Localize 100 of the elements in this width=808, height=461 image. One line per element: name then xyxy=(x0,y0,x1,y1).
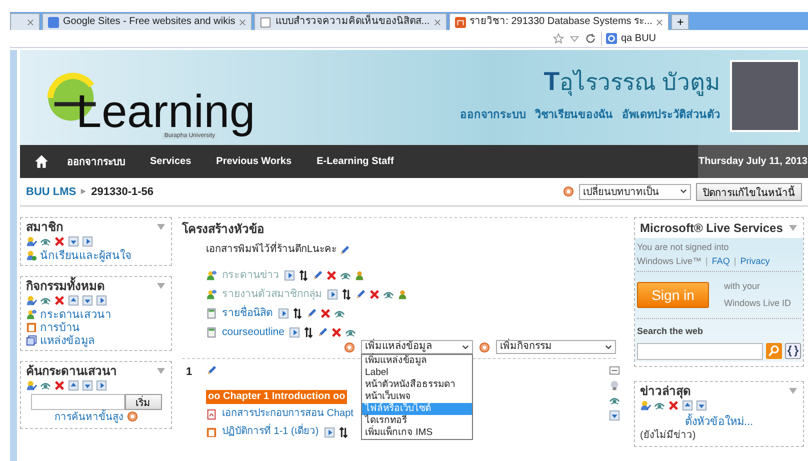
delete-icon[interactable] xyxy=(54,236,65,247)
advanced-search-link[interactable]: การค้นหาขั้นสูง xyxy=(54,411,124,425)
help-icon[interactable] xyxy=(126,411,138,422)
separator-text: | xyxy=(734,255,736,268)
delete-icon[interactable] xyxy=(54,380,65,391)
user-name: Tอุไรวรรณ บัวตูม xyxy=(544,65,720,98)
delete-icon[interactable] xyxy=(320,308,331,318)
block-link[interactable]: กระดานเสวนา xyxy=(40,308,111,322)
delete-icon[interactable] xyxy=(369,288,380,300)
header-link[interactable]: ออกจากระบบ xyxy=(460,105,526,123)
collapse-icon[interactable] xyxy=(608,365,620,376)
block-link[interactable]: แหล่งข้อมูล xyxy=(40,334,95,348)
activity-link[interactable]: เอกสารประกอบการสอน Chapt xyxy=(222,407,354,421)
add-activity-select[interactable]: เพิ่มกิจกรรม xyxy=(496,340,616,354)
search-field[interactable] xyxy=(30,394,124,410)
roles-icon[interactable] xyxy=(26,295,37,306)
tab-title: แบบสำรวจความคิดเห็นของนิสิตส... xyxy=(275,16,430,28)
assignment-icon[interactable] xyxy=(206,426,217,438)
pencil-icon[interactable] xyxy=(206,365,217,376)
help-icon[interactable] xyxy=(479,342,490,352)
activity-link[interactable]: รายชื่อนิสิต xyxy=(222,306,273,320)
lightbulb-icon[interactable] xyxy=(608,380,620,391)
hint-text: with your xyxy=(724,280,762,293)
star-icon[interactable] xyxy=(553,33,564,44)
pencil-icon[interactable] xyxy=(317,326,328,338)
close-icon[interactable] xyxy=(656,18,664,26)
block-link[interactable]: การบ้าน xyxy=(40,320,80,334)
close-icon[interactable] xyxy=(239,18,246,26)
nav-link[interactable]: E-Learning Staff xyxy=(316,156,394,167)
block-link[interactable]: นักเรียนและผู้สนใจ xyxy=(40,248,131,262)
eye-icon[interactable] xyxy=(608,395,620,406)
move-icon[interactable] xyxy=(338,426,349,438)
dropdown-option[interactable]: หน้าตัวหนังสือธรรมดา xyxy=(362,379,472,391)
nav-link[interactable]: Services xyxy=(150,156,192,167)
live-link[interactable]: FAQ xyxy=(712,254,730,268)
forum-icon[interactable] xyxy=(26,309,37,320)
roles-icon[interactable] xyxy=(26,380,37,391)
activity-link[interactable]: courseoutline xyxy=(222,325,284,339)
new-tab-button[interactable]: + xyxy=(671,14,690,30)
search-field[interactable]: qa BUU xyxy=(601,32,786,46)
eye-icon[interactable] xyxy=(40,380,51,391)
braces-icon[interactable] xyxy=(785,342,801,360)
reload-icon[interactable] xyxy=(585,33,596,44)
pages-icon[interactable] xyxy=(26,335,37,346)
dropdown-option[interactable]: เพิ่มแพ็กเกจ IMS xyxy=(362,427,472,439)
dropdown-icon[interactable] xyxy=(569,33,580,44)
help-icon[interactable] xyxy=(563,186,574,197)
section-number: 1 xyxy=(186,366,192,378)
edit-mode-button[interactable]: ปิดการแก้ไขในหน้านี้ xyxy=(696,182,802,200)
nav-link[interactable]: ออกจากระบบ xyxy=(67,154,125,169)
search-engine-icon[interactable] xyxy=(606,33,617,44)
pencil-icon[interactable] xyxy=(306,308,317,318)
forum-icon[interactable] xyxy=(206,288,217,300)
eye-icon[interactable] xyxy=(40,236,51,247)
nav-link[interactable]: Previous Works xyxy=(216,156,292,167)
page-icon[interactable] xyxy=(206,308,217,318)
roles-icon[interactable] xyxy=(26,236,37,247)
close-icon[interactable] xyxy=(27,18,34,26)
dropdown-option[interactable]: หน้าเว็บเพจ xyxy=(362,391,472,403)
eye-icon[interactable] xyxy=(654,400,665,411)
move-icon[interactable] xyxy=(292,308,303,318)
forum-icon[interactable] xyxy=(206,270,217,280)
activity-link[interactable]: ปฏิบัติการที่ 1-1 (เดี่ยว) xyxy=(222,425,319,439)
pencil-icon[interactable] xyxy=(312,270,323,280)
delete-icon[interactable] xyxy=(331,326,342,338)
roles-icon[interactable] xyxy=(640,400,651,411)
dropdown-option[interactable]: เพิ่มแหล่งข้อมูล xyxy=(362,355,472,367)
pencil-icon[interactable] xyxy=(338,244,350,256)
move-icon[interactable] xyxy=(303,326,314,338)
move-icon[interactable] xyxy=(298,270,309,280)
search-field[interactable] xyxy=(637,342,763,360)
users-icon[interactable] xyxy=(26,250,37,261)
go-button[interactable]: เริ่ม xyxy=(124,394,162,410)
delete-icon[interactable] xyxy=(326,270,337,280)
live-link[interactable]: Privacy xyxy=(740,254,770,268)
pencil-icon[interactable] xyxy=(355,288,366,300)
role-select[interactable]: เปลี่ยนบทบาทเป็น xyxy=(579,184,691,200)
new-topic-link[interactable]: ตั้งหัวข้อใหม่... xyxy=(684,416,754,428)
browser-tab[interactable]: Google Sites - Free websites and wikis xyxy=(42,13,252,30)
browser-tab[interactable]: แบบสำรวจความคิดเห็นของนิสิตส... xyxy=(254,13,447,30)
close-icon[interactable] xyxy=(434,18,441,26)
breadcrumb-arrow-icon xyxy=(80,188,88,195)
browser-tab[interactable]: รายวิชา: 291330 Database Systems ระ... xyxy=(448,13,670,30)
breadcrumb-link[interactable]: BUU LMS xyxy=(26,186,76,198)
header-link[interactable]: อัพเดทประวัติส่วนตัว xyxy=(622,105,720,123)
header-link[interactable]: วิชาเรียนของฉัน xyxy=(535,105,613,123)
pdf-icon[interactable] xyxy=(206,408,217,420)
address-bar[interactable]: qa BUU xyxy=(10,30,808,48)
move-icon[interactable] xyxy=(341,288,352,300)
delete-icon[interactable] xyxy=(54,295,65,306)
tab-title: Google Sites - Free websites and wikis xyxy=(63,16,236,28)
help-icon[interactable] xyxy=(344,342,355,352)
dropdown-option[interactable]: Label xyxy=(362,367,472,379)
person-icon[interactable] xyxy=(397,288,408,300)
assignment-icon[interactable] xyxy=(26,322,37,333)
home-icon[interactable] xyxy=(34,154,49,169)
eye-icon[interactable] xyxy=(40,295,51,306)
delete-icon[interactable] xyxy=(668,400,679,411)
person-icon[interactable] xyxy=(354,270,365,280)
page-icon[interactable] xyxy=(206,326,217,338)
